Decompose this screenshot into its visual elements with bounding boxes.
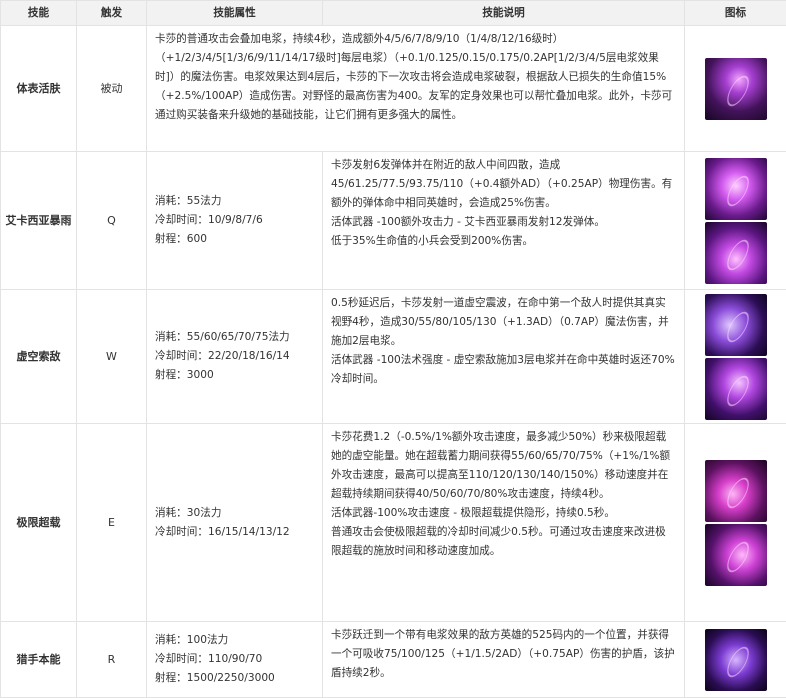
desc-line: 活体武器 -100法术强度 - 虚空索敌施加3层电浆并在命中英雄时返还70%冷却… [331,351,676,389]
header-desc: 技能说明 [323,1,685,26]
desc-line: 低于35%生命值的小兵会受到200%伤害。 [331,232,676,251]
skill-description: 卡莎发射6发弹体并在附近的敌人中间四散，造成45/61.25/77.5/93.7… [323,152,685,290]
skill-trigger: R [77,622,147,698]
supercharge-evolved-icon [705,524,767,586]
skill-description: 0.5秒延迟后，卡莎发射一道虚空震波，在命中第一个敌人时提供其真实视野4秒，造成… [323,290,685,424]
desc-line: 0.5秒延迟后，卡莎发射一道虚空震波，在命中第一个敌人时提供其真实视野4秒，造成… [331,294,676,351]
skill-icon-cell [685,290,786,424]
attr-cooldown: 冷却时间：22/20/18/16/14 [155,347,314,366]
header-skill: 技能 [1,1,77,26]
skill-name: 艾卡西亚暴雨 [1,152,77,290]
skill-desc-text: 卡莎的普通攻击会叠加电浆，持续4秒，造成额外4/5/6/7/8/9/10（1/4… [155,30,676,125]
header-attr: 技能属性 [147,1,323,26]
attr-cooldown: 冷却时间：110/90/70 [155,650,314,669]
skill-trigger: E [77,424,147,622]
attr-range: 射程：3000 [155,366,314,385]
supercharge-icon [705,460,767,522]
skill-name: 极限超载 [1,424,77,622]
table-header-row: 技能 触发 技能属性 技能说明 图标 [1,1,786,26]
skill-icon-cell [685,152,786,290]
skill-icon-cell [685,622,786,698]
attr-range: 射程：1500/2250/3000 [155,669,314,688]
icathian-rain-evolved-icon [705,222,767,284]
table-row-w: 虚空索敌 W 消耗：55/60/65/70/75法力 冷却时间：22/20/18… [1,290,786,424]
skill-description: 卡莎跃迁到一个带有电浆效果的敌方英雄的525码内的一个位置，并获得一个可吸收75… [323,622,685,698]
skill-attributes: 消耗：55/60/65/70/75法力 冷却时间：22/20/18/16/14 … [147,290,323,424]
skill-attributes: 消耗：100法力 冷却时间：110/90/70 射程：1500/2250/300… [147,622,323,698]
header-trigger: 触发 [77,1,147,26]
table-row-passive: 体表活肤 被动 卡莎的普通攻击会叠加电浆，持续4秒，造成额外4/5/6/7/8/… [1,26,786,152]
skill-icon-cell [685,424,786,622]
desc-line: 卡莎花费1.2（-0.5%/1%额外攻击速度，最多减少50%）秒来极限超载她的虚… [331,428,676,504]
attr-cost: 消耗：100法力 [155,631,314,650]
skill-icon-cell [685,26,786,152]
skill-name: 猎手本能 [1,622,77,698]
skill-attributes: 消耗：55法力 冷却时间：10/9/8/7/6 射程：600 [147,152,323,290]
desc-line: 普通攻击会使极限超载的冷却时间减少0.5秒。可通过攻击速度来改进极限超载的施放时… [331,523,676,561]
attr-range: 射程：600 [155,230,314,249]
desc-line: 活体武器 -100额外攻击力 - 艾卡西亚暴雨发射12发弹体。 [331,213,676,232]
void-seeker-icon [705,294,767,356]
void-seeker-evolved-icon [705,358,767,420]
skill-name: 虚空索敌 [1,290,77,424]
table-row-q: 艾卡西亚暴雨 Q 消耗：55法力 冷却时间：10/9/8/7/6 射程：600 … [1,152,786,290]
kaisa-passive-icon [705,58,767,120]
skill-name: 体表活肤 [1,26,77,152]
skills-table: 技能 触发 技能属性 技能说明 图标 体表活肤 被动 卡莎的普通攻击会叠加电浆，… [0,0,786,698]
skill-description: 卡莎花费1.2（-0.5%/1%额外攻击速度，最多减少50%）秒来极限超载她的虚… [323,424,685,622]
attr-cooldown: 冷却时间：10/9/8/7/6 [155,211,314,230]
skill-description: 卡莎的普通攻击会叠加电浆，持续4秒，造成额外4/5/6/7/8/9/10（1/4… [147,26,685,152]
skill-attributes: 消耗：30法力 冷却时间：16/15/14/13/12 [147,424,323,622]
attr-cost: 消耗：55/60/65/70/75法力 [155,328,314,347]
desc-line: 卡莎跃迁到一个带有电浆效果的敌方英雄的525码内的一个位置，并获得一个可吸收75… [331,626,676,683]
skill-trigger: Q [77,152,147,290]
skill-trigger: 被动 [77,26,147,152]
desc-line: 卡莎发射6发弹体并在附近的敌人中间四散，造成45/61.25/77.5/93.7… [331,156,676,213]
table-row-e: 极限超载 E 消耗：30法力 冷却时间：16/15/14/13/12 卡莎花费1… [1,424,786,622]
attr-cost: 消耗：55法力 [155,192,314,211]
icathian-rain-icon [705,158,767,220]
desc-line: 活体武器-100%攻击速度 - 极限超载提供隐形，持续0.5秒。 [331,504,676,523]
header-icon: 图标 [685,1,786,26]
attr-cost: 消耗：30法力 [155,504,314,523]
killer-instinct-icon [705,629,767,691]
attr-cooldown: 冷却时间：16/15/14/13/12 [155,523,314,542]
skill-trigger: W [77,290,147,424]
table-row-r: 猎手本能 R 消耗：100法力 冷却时间：110/90/70 射程：1500/2… [1,622,786,698]
